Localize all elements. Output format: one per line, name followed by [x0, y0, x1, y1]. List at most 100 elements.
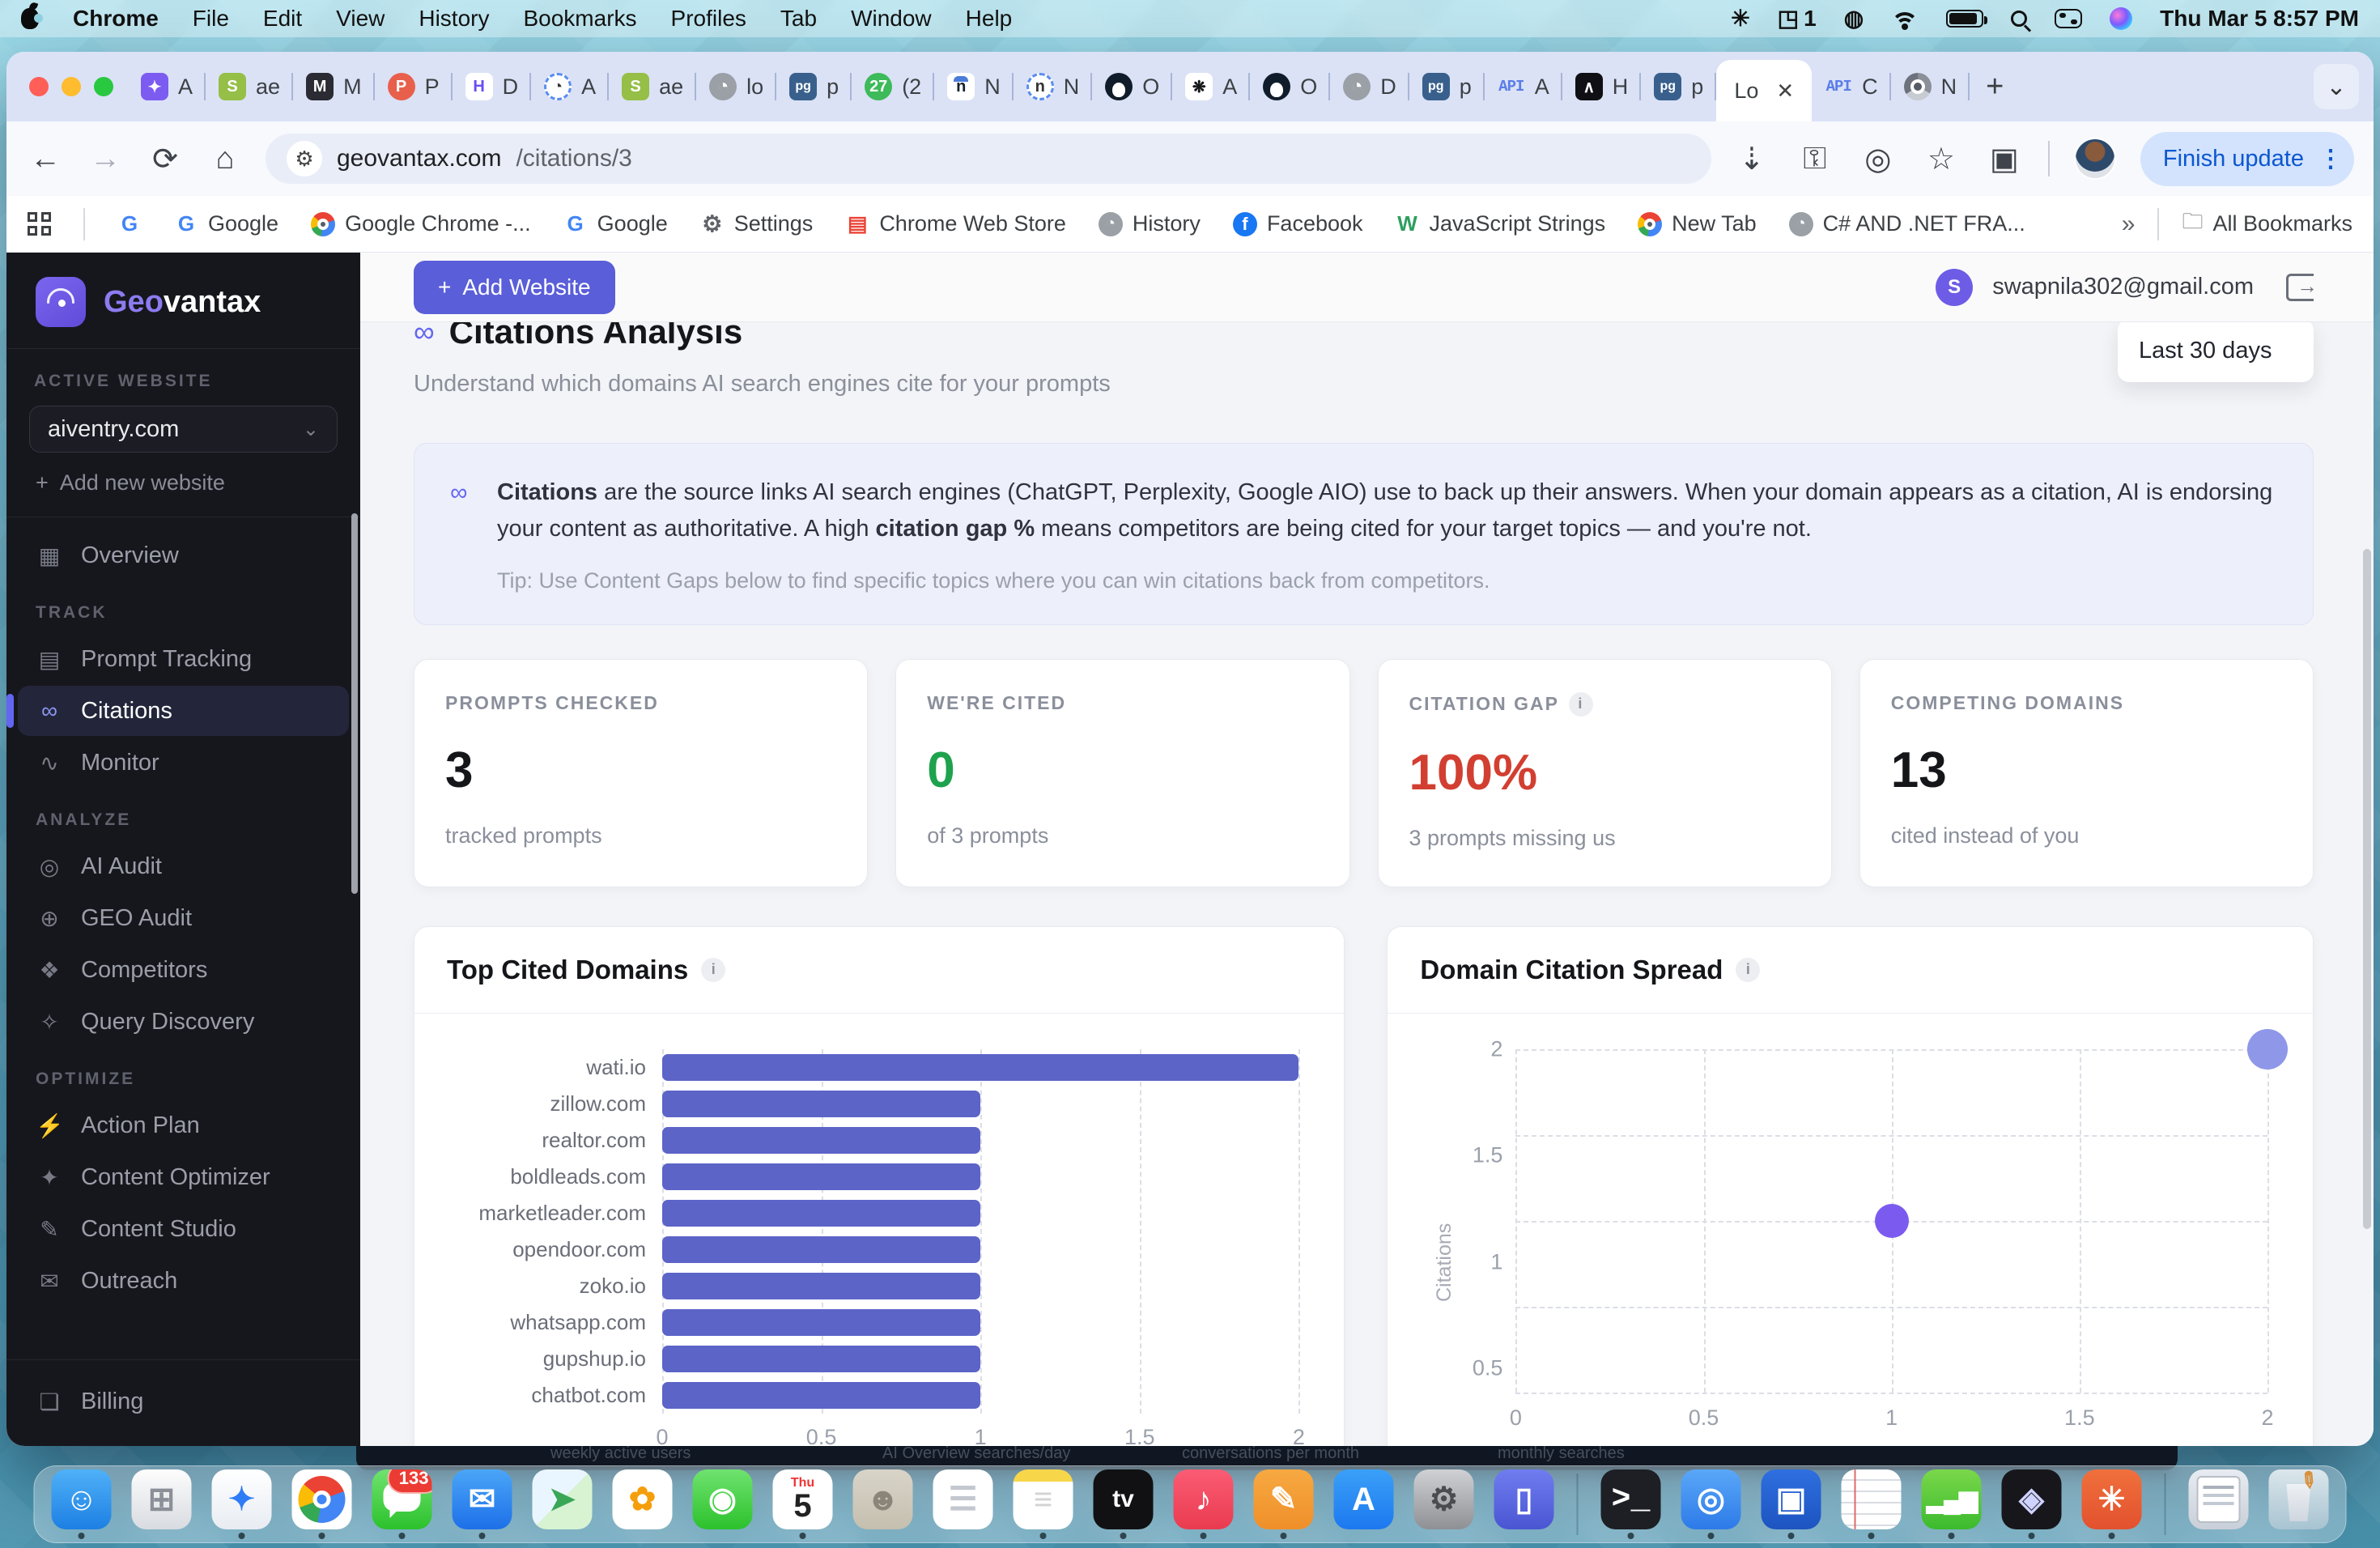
bookmark-star-icon[interactable]: ☆	[1922, 141, 1961, 177]
dock-item-mail[interactable]: ✉	[452, 1469, 513, 1539]
menu-item-window[interactable]: Window	[851, 6, 932, 32]
install-app-icon[interactable]: ⇣	[1732, 141, 1771, 177]
bookmark-item[interactable]: ⚙Settings	[700, 211, 814, 236]
browser-tab[interactable]: pgp	[776, 52, 852, 121]
chrome-profile-avatar[interactable]	[2074, 138, 2116, 180]
dock-item-finder[interactable]: ☺	[51, 1469, 113, 1539]
sidebar-item-prompt-tracking[interactable]: ▤Prompt Tracking	[18, 634, 349, 684]
apps-grid-icon[interactable]	[28, 212, 51, 236]
browser-tab[interactable]: ✦A	[128, 52, 206, 121]
menu-item-help[interactable]: Help	[966, 6, 1013, 32]
sidebar-item-overview[interactable]: ▦Overview	[18, 530, 349, 580]
dock-item-obsidian[interactable]: ◈	[2001, 1469, 2063, 1539]
dock-item-docker[interactable]: ▣	[1761, 1469, 1822, 1539]
browser-tab[interactable]: D	[1330, 52, 1409, 121]
browser-tab[interactable]: nN	[1014, 52, 1093, 121]
browser-tab[interactable]: nN	[934, 52, 1014, 121]
browser-tab[interactable]: pgp	[1409, 52, 1485, 121]
dock-item-trash[interactable]	[2268, 1469, 2330, 1539]
forward-icon[interactable]: →	[86, 142, 125, 176]
browser-tab[interactable]: O	[1250, 52, 1330, 121]
chrome-menu-kebab-icon[interactable]: ⋮	[2318, 145, 2343, 173]
info-icon[interactable]: i	[1569, 692, 1593, 717]
menu-item-bookmarks[interactable]: Bookmarks	[523, 6, 636, 32]
sidebar-item-outreach[interactable]: ✉Outreach	[18, 1256, 349, 1306]
browser-tab[interactable]: 27(2	[852, 52, 934, 121]
dock-item-music[interactable]: ♪	[1173, 1469, 1235, 1539]
site-settings-icon[interactable]: ⚙	[287, 141, 322, 176]
menu-item-chrome[interactable]: Chrome	[73, 6, 159, 32]
menu-item-view[interactable]: View	[336, 6, 385, 32]
sidebar-item-content-optimizer[interactable]: ✦Content Optimizer	[18, 1152, 349, 1202]
dock-item-terminal[interactable]: >_	[1600, 1469, 1662, 1539]
bookmark-item[interactable]: fFacebook	[1233, 211, 1363, 236]
browser-tab[interactable]: APIC	[1812, 52, 1891, 121]
dock-item-notes[interactable]: ≡	[1013, 1469, 1074, 1539]
home-icon[interactable]: ⌂	[206, 142, 244, 176]
dock-item-app-store[interactable]: A	[1333, 1469, 1395, 1539]
browser-tab[interactable]: ◔A	[531, 52, 609, 121]
scatter-point[interactable]	[2247, 1029, 2288, 1070]
menu-item-tab[interactable]: Tab	[780, 6, 817, 32]
dock-item-safari[interactable]: ✦	[211, 1469, 273, 1539]
spinner-status-icon[interactable]: ✳	[1731, 7, 1749, 30]
dock-item-pages[interactable]: ✎	[1253, 1469, 1315, 1539]
dock-item-numbers[interactable]: ▂▄▆	[1921, 1469, 1983, 1539]
brand-logo[interactable]: Geovantax	[6, 253, 360, 348]
menu-item-profiles[interactable]: Profiles	[671, 6, 746, 32]
spotlight-icon[interactable]	[2011, 11, 2027, 27]
browser-tab[interactable]: Sae	[609, 52, 696, 121]
browser-tab[interactable]: HD	[453, 52, 532, 121]
add-website-button[interactable]: + Add Website	[414, 261, 615, 314]
menu-bar-clock[interactable]: Thu Mar 5 8:57 PM	[2160, 6, 2359, 32]
dock-item-photos[interactable]: ✿	[612, 1469, 674, 1539]
user-avatar[interactable]: S	[1936, 269, 1973, 306]
bookmark-item[interactable]: WJavaScript Strings	[1396, 211, 1606, 236]
sidebar-item-citations[interactable]: ∞Citations	[18, 686, 349, 736]
control-center-icon[interactable]	[2055, 9, 2082, 28]
logout-icon[interactable]	[2286, 274, 2314, 301]
browser-tab[interactable]: pgp	[1641, 52, 1716, 121]
dock-item-facetime[interactable]: ◉	[692, 1469, 754, 1539]
close-window-button[interactable]	[29, 77, 49, 96]
reload-icon[interactable]: ⟳	[146, 141, 185, 177]
menu-item-edit[interactable]: Edit	[263, 6, 302, 32]
dock-item-remote[interactable]: ▯	[1494, 1469, 1555, 1539]
page-scrollbar[interactable]	[2363, 549, 2371, 1229]
extensions-puzzle-icon[interactable]: ▣	[1985, 141, 2024, 177]
browser-tab[interactable]: APIA	[1485, 52, 1562, 121]
all-bookmarks-button[interactable]: 🗀 All Bookmarks	[2182, 206, 2352, 242]
browser-tab[interactable]: MM	[293, 52, 375, 121]
dock-item-starburst[interactable]: ✳	[2081, 1469, 2143, 1539]
bookmark-item[interactable]: ◔C# AND .NET FRA...	[1789, 211, 2025, 236]
browser-tab[interactable]: PP	[375, 52, 453, 121]
dock-item-calendar[interactable]: Thu5	[772, 1469, 834, 1539]
browser-tab[interactable]: N	[1891, 52, 1970, 121]
add-new-website-link[interactable]: + Add new website	[6, 453, 360, 517]
sidebar-item-geo-audit[interactable]: ⊕GEO Audit	[18, 893, 349, 943]
browser-tab[interactable]: Sae	[206, 52, 293, 121]
sidebar-item-content-studio[interactable]: ✎Content Studio	[18, 1204, 349, 1254]
dock-item-contacts[interactable]: ☻	[852, 1469, 914, 1539]
back-icon[interactable]: ←	[26, 142, 65, 176]
zoom-window-button[interactable]	[94, 77, 113, 96]
date-range-select[interactable]: Last 30 days	[2118, 322, 2314, 382]
battery-icon[interactable]	[1946, 10, 1983, 28]
dock-item-reminders[interactable]: ☰	[933, 1469, 994, 1539]
sidebar-scrollbar[interactable]	[351, 513, 358, 894]
dock-item-messages[interactable]: 133	[372, 1469, 433, 1539]
dock-item-launchpad[interactable]: ⊞	[131, 1469, 193, 1539]
dock-item-apple-tv[interactable]: tv	[1093, 1469, 1154, 1539]
active-website-select[interactable]: aiventry.com ⌄	[29, 406, 338, 453]
new-tab-button[interactable]: +	[1970, 70, 2020, 104]
bookmark-item[interactable]: ▤Chrome Web Store	[845, 211, 1066, 236]
wifi-icon[interactable]	[1891, 9, 1919, 28]
bookmark-item[interactable]: GGoogle	[174, 211, 278, 236]
tab-search-chevron[interactable]: ⌄	[2314, 64, 2359, 109]
menu-item-file[interactable]: File	[193, 6, 229, 32]
menu-item-history[interactable]: History	[419, 6, 489, 32]
bookmark-item[interactable]: New Tab	[1638, 211, 1757, 236]
docker-status-icon[interactable]: ◍	[1844, 7, 1864, 30]
sidebar-item-query-discovery[interactable]: ✧Query Discovery	[18, 997, 349, 1047]
scatter-point[interactable]	[1875, 1204, 1909, 1238]
